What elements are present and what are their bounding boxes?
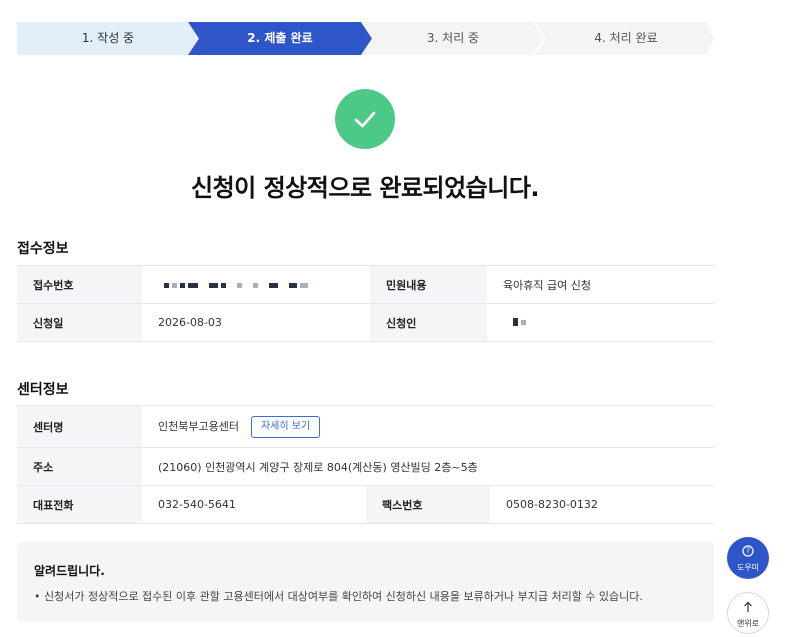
table-row: 대표전화 032-540-5641 팩스번호 0508-8230-0132: [17, 485, 714, 524]
receipt-no-label: 접수번호: [17, 265, 142, 304]
date-value: 2026-08-03: [142, 303, 370, 342]
detail-view-button[interactable]: 자세히 보기: [250, 415, 321, 438]
top-label: 맨위로: [736, 619, 760, 628]
masked-receipt-no: [164, 283, 308, 288]
date-label: 신청일: [17, 303, 142, 342]
applicant-value: [487, 303, 714, 342]
table-row: 접수번호 민원내용 육아휴직 급여 신청: [17, 265, 714, 304]
center-name-label: 센터명: [17, 405, 142, 448]
applicant-label: 신청인: [370, 303, 487, 342]
success-check-icon: [335, 89, 395, 149]
center-info-table: 센터명 인천북부고용센터 자세히 보기 주소 (21060) 인천광역시 계양구 …: [17, 405, 714, 524]
notice-title: 알려드립니다.: [34, 564, 105, 578]
center-name-value: 인천북부고용센터: [158, 419, 239, 433]
arrow-up-icon: [728, 601, 768, 615]
phone-label: 대표전화: [17, 485, 142, 524]
address-label: 주소: [17, 447, 142, 486]
step-4: 4. 처리 완료: [594, 31, 658, 45]
table-row: 센터명 인천북부고용센터 자세히 보기: [17, 405, 714, 448]
table-row: 신청일 2026-08-03 신청인: [17, 303, 714, 342]
step-1: 1. 작성 중: [81, 31, 135, 45]
fax-value: 0508-8230-0132: [490, 485, 714, 524]
help-button[interactable]: ? 도우미: [727, 537, 769, 579]
scroll-top-button[interactable]: 맨위로: [727, 592, 769, 634]
success-headline: 신청이 정상적으로 완료되었습니다.: [190, 174, 540, 202]
step-2: 2. 제출 완료: [247, 31, 313, 45]
masked-applicant-name: [513, 318, 526, 326]
svg-text:?: ?: [746, 547, 750, 556]
receipt-info-table: 접수번호 민원내용 육아휴직 급여 신청 신청일 2026-08-03 신청인: [17, 265, 714, 342]
receipt-section-title: 접수정보: [17, 241, 69, 257]
complaint-label: 민원내용: [370, 265, 487, 304]
notice-box: 알려드립니다. • 신청서가 정상적으로 접수된 이후 관할 고용센터에서 대상…: [17, 542, 714, 622]
help-label: 도우미: [736, 563, 760, 572]
phone-value: 032-540-5641: [142, 485, 366, 524]
notice-text: • 신청서가 정상적으로 접수된 이후 관할 고용센터에서 대상여부를 확인하여…: [34, 590, 643, 603]
receipt-no-value: [142, 265, 370, 304]
address-value: (21060) 인천광역시 계양구 장제로 804(계산동) 영산빌딩 2층~5…: [142, 447, 714, 486]
center-section-title: 센터정보: [17, 382, 69, 398]
step-3: 3. 처리 중: [426, 31, 480, 45]
progress-stepper: 1. 작성 중 2. 제출 완료 3. 처리 중 4. 처리 완료: [17, 22, 714, 55]
complaint-value: 육아휴직 급여 신청: [487, 265, 714, 304]
table-row: 주소 (21060) 인천광역시 계양구 장제로 804(계산동) 영산빌딩 2…: [17, 447, 714, 486]
question-circle-icon: ?: [727, 545, 769, 559]
fax-label: 팩스번호: [366, 485, 490, 524]
center-name-cell: 인천북부고용센터 자세히 보기: [142, 405, 714, 448]
